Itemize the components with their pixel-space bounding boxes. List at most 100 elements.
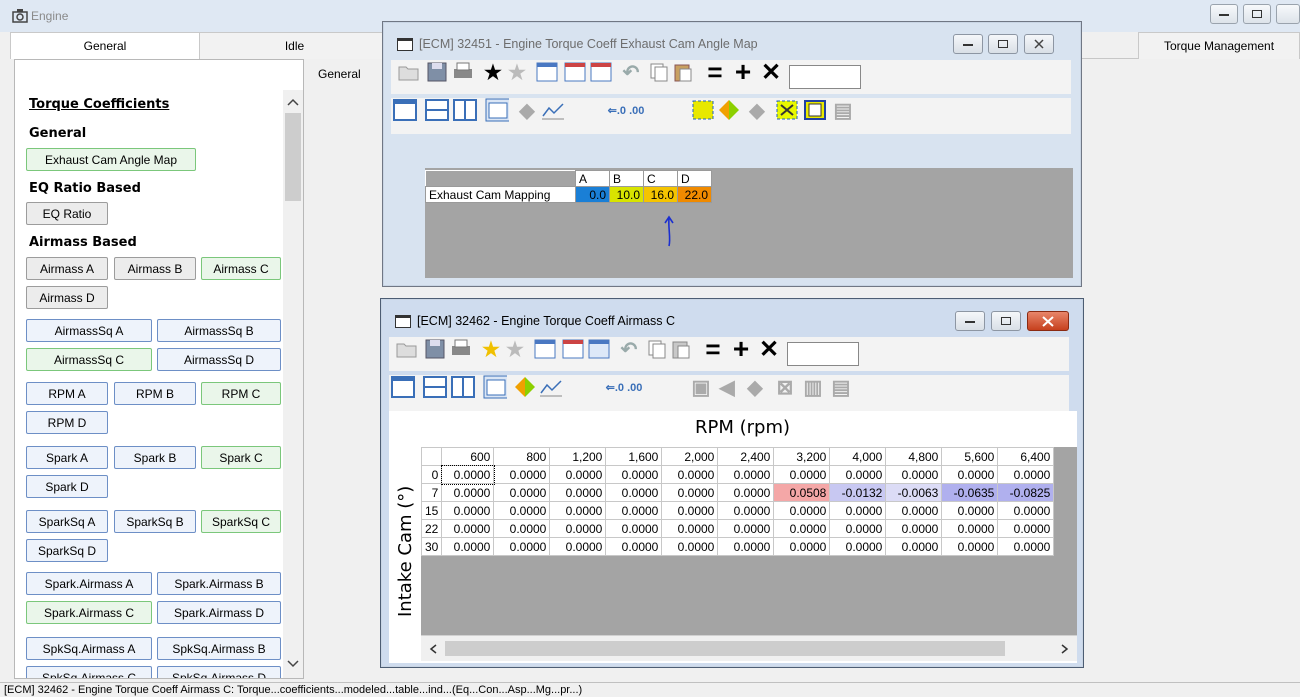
open-folder-icon[interactable] bbox=[395, 337, 419, 361]
scroll-down-icon[interactable] bbox=[287, 660, 299, 668]
table-cell[interactable]: 0.0000 bbox=[605, 483, 663, 502]
table-diff-icon[interactable] bbox=[589, 60, 613, 84]
column-header[interactable]: 5,600 bbox=[941, 447, 999, 466]
table-cell[interactable]: 0.0000 bbox=[441, 537, 495, 556]
table-cell[interactable]: 0.0000 bbox=[493, 465, 551, 484]
torque-coefficients-heading[interactable]: Torque Coefficients bbox=[29, 97, 169, 112]
table-cell[interactable]: -0.0063 bbox=[885, 483, 943, 502]
print-icon[interactable] bbox=[451, 60, 475, 84]
table-cell[interactable]: 0.0000 bbox=[717, 537, 775, 556]
maximize-button[interactable] bbox=[1243, 4, 1271, 24]
row-header[interactable]: 30 bbox=[420, 537, 443, 556]
table-cell[interactable]: 0.0000 bbox=[717, 501, 775, 520]
scroll-left-icon[interactable] bbox=[429, 644, 437, 654]
close-button[interactable] bbox=[1024, 34, 1054, 54]
fill-region-icon[interactable]: ▥ bbox=[801, 375, 825, 399]
spark-airmass-a-button[interactable]: Spark.Airmass A bbox=[26, 572, 152, 595]
table-cell[interactable]: 0.0508 bbox=[773, 483, 831, 502]
airmasssq-b-button[interactable]: AirmassSq B bbox=[157, 319, 281, 342]
add-icon[interactable]: + bbox=[729, 333, 753, 364]
eq-ratio-button[interactable]: EQ Ratio bbox=[26, 202, 108, 225]
table-cell[interactable]: -0.0825 bbox=[997, 483, 1055, 502]
table-cell[interactable]: 0.0000 bbox=[717, 465, 775, 484]
smooth-icon[interactable] bbox=[691, 98, 715, 122]
table-cell[interactable]: 0.0000 bbox=[997, 537, 1055, 556]
table-cell[interactable]: 0.0000 bbox=[661, 501, 719, 520]
table-cell[interactable]: 0.0000 bbox=[941, 519, 999, 538]
value-input[interactable] bbox=[789, 65, 861, 89]
row-header[interactable]: 22 bbox=[420, 519, 443, 538]
favorite-icon[interactable]: ★ bbox=[503, 337, 527, 361]
close-button[interactable] bbox=[1276, 4, 1300, 24]
clear-icon[interactable]: ▤ bbox=[831, 98, 855, 122]
table-cell[interactable]: 0.0000 bbox=[997, 519, 1055, 538]
tab-general[interactable]: General bbox=[10, 32, 200, 59]
favorite-icon[interactable]: ★ bbox=[505, 60, 529, 84]
table-cell[interactable]: 0.0000 bbox=[493, 519, 551, 538]
table-cell[interactable]: 0.0000 bbox=[773, 537, 831, 556]
add-icon[interactable]: + bbox=[731, 56, 755, 87]
3d-view-icon[interactable]: ◆ bbox=[515, 98, 539, 122]
layout-horizontal-icon[interactable] bbox=[425, 98, 449, 122]
select-all-icon[interactable] bbox=[775, 98, 799, 122]
airmass-d-button[interactable]: Airmass D bbox=[26, 286, 108, 309]
minimize-button[interactable] bbox=[953, 34, 983, 54]
tab-torque-management[interactable]: Torque Management bbox=[1138, 32, 1300, 59]
table-cell[interactable]: 0.0000 bbox=[493, 537, 551, 556]
spksq-airmass-b-button[interactable]: SpkSq.Airmass B bbox=[157, 637, 281, 660]
table-diff-icon[interactable] bbox=[587, 337, 611, 361]
airmasssq-a-button[interactable]: AirmassSq A bbox=[26, 319, 152, 342]
column-header[interactable]: 6,400 bbox=[997, 447, 1055, 466]
table-cell[interactable]: 0.0000 bbox=[717, 519, 775, 538]
multiply-icon[interactable]: ✕ bbox=[757, 336, 781, 363]
sparksq-a-button[interactable]: SparkSq A bbox=[26, 510, 108, 533]
column-header[interactable]: A bbox=[575, 170, 610, 187]
table-cell[interactable]: 0.0000 bbox=[661, 465, 719, 484]
table-horizontal-scrollbar[interactable] bbox=[421, 635, 1077, 661]
graph-view-icon[interactable] bbox=[541, 98, 565, 122]
table-cell[interactable]: 0.0000 bbox=[605, 465, 663, 484]
layout-vertical-icon[interactable] bbox=[451, 375, 475, 399]
select-all-icon[interactable]: ⊠ bbox=[773, 375, 797, 399]
spksq-airmass-a-button[interactable]: SpkSq.Airmass A bbox=[26, 637, 152, 660]
spark-d-button[interactable]: Spark D bbox=[26, 475, 108, 498]
table-cell[interactable]: 0.0000 bbox=[549, 465, 607, 484]
table-compare-icon[interactable] bbox=[561, 337, 585, 361]
fill-icon[interactable]: ◆ bbox=[743, 375, 767, 399]
table-cell[interactable]: 0.0000 bbox=[885, 537, 943, 556]
table-cell[interactable]: 0.0000 bbox=[549, 537, 607, 556]
sparksq-d-button[interactable]: SparkSq D bbox=[26, 539, 108, 562]
fill-icon[interactable]: ◆ bbox=[745, 98, 769, 122]
table-cell[interactable]: 0.0000 bbox=[440, 464, 495, 485]
print-icon[interactable] bbox=[449, 337, 473, 361]
table-cell[interactable]: 0.0000 bbox=[829, 537, 887, 556]
table-cell[interactable]: 0.0000 bbox=[441, 519, 495, 538]
airmass-a-button[interactable]: Airmass A bbox=[26, 257, 108, 280]
undo-icon[interactable]: ↶ bbox=[617, 337, 641, 361]
column-header[interactable]: 1,200 bbox=[549, 447, 607, 466]
decimal-places-icon[interactable]: ⇐.0 .00 bbox=[601, 98, 651, 122]
column-header[interactable]: 800 bbox=[493, 447, 551, 466]
add-favorite-icon[interactable]: ★ bbox=[479, 337, 503, 361]
table-cell[interactable]: 0.0000 bbox=[997, 501, 1055, 520]
3d-view-icon[interactable] bbox=[513, 375, 537, 399]
spark-a-button[interactable]: Spark A bbox=[26, 446, 108, 469]
column-header[interactable]: B bbox=[609, 170, 644, 187]
table-cell[interactable]: 0.0000 bbox=[829, 465, 887, 484]
maximize-button[interactable] bbox=[991, 311, 1021, 331]
table-compare-icon[interactable] bbox=[563, 60, 587, 84]
sub-tab-general[interactable]: General bbox=[318, 67, 361, 81]
rpm-c-button[interactable]: RPM C bbox=[201, 382, 281, 405]
table-cell[interactable]: 0.0 bbox=[575, 186, 610, 203]
spark-airmass-c-button[interactable]: Spark.Airmass C bbox=[26, 601, 152, 624]
rpm-a-button[interactable]: RPM A bbox=[26, 382, 108, 405]
decimal-places-icon[interactable]: ⇐.0 .00 bbox=[599, 375, 649, 399]
interpolate-icon[interactable] bbox=[717, 98, 741, 122]
copy-icon[interactable] bbox=[645, 337, 669, 361]
spark-b-button[interactable]: Spark B bbox=[114, 446, 196, 469]
table-cell[interactable]: 10.0 bbox=[609, 186, 644, 203]
column-header[interactable]: 600 bbox=[441, 447, 495, 466]
rpm-d-button[interactable]: RPM D bbox=[26, 411, 108, 434]
layout-horizontal-icon[interactable] bbox=[423, 375, 447, 399]
multiply-icon[interactable]: ✕ bbox=[759, 59, 783, 86]
